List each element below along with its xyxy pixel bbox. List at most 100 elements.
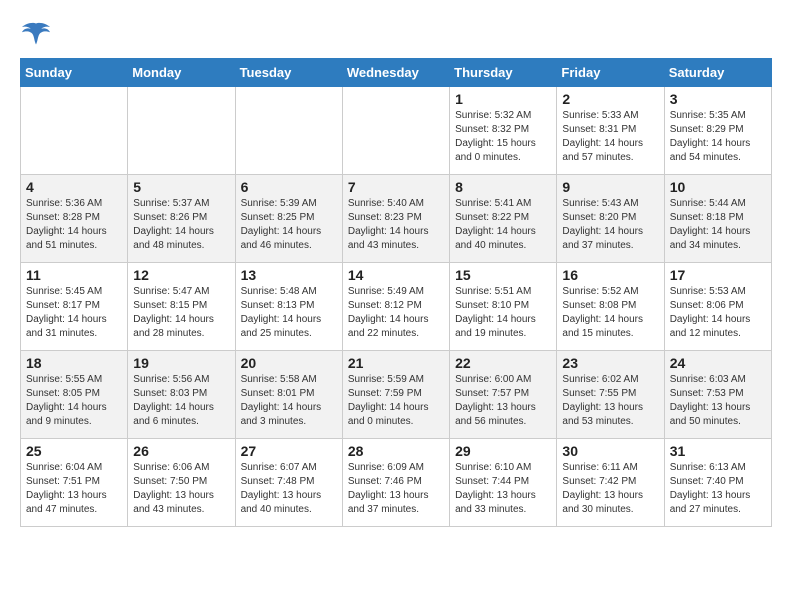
calendar-cell: 20 Sunrise: 5:58 AM Sunset: 8:01 PM Dayli… xyxy=(235,351,342,439)
calendar-cell: 2 Sunrise: 5:33 AM Sunset: 8:31 PM Daylig… xyxy=(557,87,664,175)
calendar-cell: 17 Sunrise: 5:53 AM Sunset: 8:06 PM Dayli… xyxy=(664,263,771,351)
cell-info: Sunrise: 5:59 AM Sunset: 7:59 PM Dayligh… xyxy=(348,373,444,429)
date-number: 7 xyxy=(348,179,444,195)
date-number: 12 xyxy=(133,267,229,283)
cell-info: Sunrise: 5:45 AM Sunset: 8:17 PM Dayligh… xyxy=(26,285,122,341)
date-number: 27 xyxy=(241,443,337,459)
date-number: 19 xyxy=(133,355,229,371)
calendar-cell: 29 Sunrise: 6:10 AM Sunset: 7:44 PM Dayli… xyxy=(450,439,557,527)
cell-info: Sunrise: 5:47 AM Sunset: 8:15 PM Dayligh… xyxy=(133,285,229,341)
date-number: 1 xyxy=(455,91,551,107)
cell-info: Sunrise: 5:39 AM Sunset: 8:25 PM Dayligh… xyxy=(241,197,337,253)
weekday-header-friday: Friday xyxy=(557,59,664,87)
calendar-cell: 13Sunrise: 5:48 AM Sunset: 8:13 PM Dayli… xyxy=(235,263,342,351)
calendar-cell: 31 Sunrise: 6:13 AM Sunset: 7:40 PM Dayli… xyxy=(664,439,771,527)
cell-info: Sunrise: 5:58 AM Sunset: 8:01 PM Dayligh… xyxy=(241,373,337,429)
calendar-cell: 9Sunrise: 5:43 AM Sunset: 8:20 PM Daylig… xyxy=(557,175,664,263)
date-number: 2 xyxy=(562,91,658,107)
cell-info: Sunrise: 5:37 AM Sunset: 8:26 PM Dayligh… xyxy=(133,197,229,253)
calendar-cell: 15 Sunrise: 5:51 AM Sunset: 8:10 PM Dayli… xyxy=(450,263,557,351)
calendar-cell: 16 Sunrise: 5:52 AM Sunset: 8:08 PM Dayli… xyxy=(557,263,664,351)
date-number: 18 xyxy=(26,355,122,371)
weekday-header-wednesday: Wednesday xyxy=(342,59,449,87)
calendar-cell: 18Sunrise: 5:55 AM Sunset: 8:05 PM Dayli… xyxy=(21,351,128,439)
calendar-cell: 12 Sunrise: 5:47 AM Sunset: 8:15 PM Dayli… xyxy=(128,263,235,351)
cell-info: Sunrise: 5:56 AM Sunset: 8:03 PM Dayligh… xyxy=(133,373,229,429)
cell-info: Sunrise: 5:36 AM Sunset: 8:28 PM Dayligh… xyxy=(26,197,122,253)
cell-info: Sunrise: 5:53 AM Sunset: 8:06 PM Dayligh… xyxy=(670,285,766,341)
calendar-week-2: 4 Sunrise: 5:36 AM Sunset: 8:28 PM Daylig… xyxy=(21,175,772,263)
weekday-header-tuesday: Tuesday xyxy=(235,59,342,87)
cell-info: Sunrise: 6:11 AM Sunset: 7:42 PM Dayligh… xyxy=(562,461,658,517)
calendar-week-3: 11 Sunrise: 5:45 AM Sunset: 8:17 PM Dayli… xyxy=(21,263,772,351)
calendar-cell: 11 Sunrise: 5:45 AM Sunset: 8:17 PM Dayli… xyxy=(21,263,128,351)
date-number: 23 xyxy=(562,355,658,371)
cell-info: Sunrise: 5:40 AM Sunset: 8:23 PM Dayligh… xyxy=(348,197,444,253)
calendar-week-5: 25Sunrise: 6:04 AM Sunset: 7:51 PM Dayli… xyxy=(21,439,772,527)
calendar-cell: 27 Sunrise: 6:07 AM Sunset: 7:48 PM Dayli… xyxy=(235,439,342,527)
calendar-table: SundayMondayTuesdayWednesdayThursdayFrid… xyxy=(20,58,772,527)
date-number: 22 xyxy=(455,355,551,371)
calendar-cell: 22 Sunrise: 6:00 AM Sunset: 7:57 PM Dayli… xyxy=(450,351,557,439)
calendar-cell: 19 Sunrise: 5:56 AM Sunset: 8:03 PM Dayli… xyxy=(128,351,235,439)
date-number: 21 xyxy=(348,355,444,371)
cell-info: Sunrise: 5:49 AM Sunset: 8:12 PM Dayligh… xyxy=(348,285,444,341)
cell-info: Sunrise: 5:33 AM Sunset: 8:31 PM Dayligh… xyxy=(562,109,658,165)
date-number: 20 xyxy=(241,355,337,371)
calendar-week-4: 18Sunrise: 5:55 AM Sunset: 8:05 PM Dayli… xyxy=(21,351,772,439)
cell-info: Sunrise: 5:32 AM Sunset: 8:32 PM Dayligh… xyxy=(455,109,551,165)
date-number: 11 xyxy=(26,267,122,283)
cell-info: Sunrise: 6:09 AM Sunset: 7:46 PM Dayligh… xyxy=(348,461,444,517)
calendar-cell: 28 Sunrise: 6:09 AM Sunset: 7:46 PM Dayli… xyxy=(342,439,449,527)
calendar-cell: 24Sunrise: 6:03 AM Sunset: 7:53 PM Dayli… xyxy=(664,351,771,439)
weekday-header-monday: Monday xyxy=(128,59,235,87)
cell-info: Sunrise: 5:51 AM Sunset: 8:10 PM Dayligh… xyxy=(455,285,551,341)
calendar-cell xyxy=(21,87,128,175)
calendar-cell: 21 Sunrise: 5:59 AM Sunset: 7:59 PM Dayli… xyxy=(342,351,449,439)
cell-info: Sunrise: 5:52 AM Sunset: 8:08 PM Dayligh… xyxy=(562,285,658,341)
cell-info: Sunrise: 5:43 AM Sunset: 8:20 PM Dayligh… xyxy=(562,197,658,253)
date-number: 3 xyxy=(670,91,766,107)
logo-bird-icon xyxy=(20,20,52,48)
calendar-cell: 4 Sunrise: 5:36 AM Sunset: 8:28 PM Daylig… xyxy=(21,175,128,263)
cell-info: Sunrise: 6:00 AM Sunset: 7:57 PM Dayligh… xyxy=(455,373,551,429)
calendar-cell: 26Sunrise: 6:06 AM Sunset: 7:50 PM Dayli… xyxy=(128,439,235,527)
calendar-cell: 5 Sunrise: 5:37 AM Sunset: 8:26 PM Daylig… xyxy=(128,175,235,263)
logo xyxy=(20,20,56,48)
date-number: 5 xyxy=(133,179,229,195)
calendar-cell: 10 Sunrise: 5:44 AM Sunset: 8:18 PM Dayli… xyxy=(664,175,771,263)
date-number: 10 xyxy=(670,179,766,195)
calendar-cell: 8Sunrise: 5:41 AM Sunset: 8:22 PM Daylig… xyxy=(450,175,557,263)
cell-info: Sunrise: 5:48 AM Sunset: 8:13 PM Dayligh… xyxy=(241,285,337,341)
date-number: 6 xyxy=(241,179,337,195)
cell-info: Sunrise: 6:13 AM Sunset: 7:40 PM Dayligh… xyxy=(670,461,766,517)
date-number: 17 xyxy=(670,267,766,283)
calendar-cell: 7 Sunrise: 5:40 AM Sunset: 8:23 PM Daylig… xyxy=(342,175,449,263)
date-number: 25 xyxy=(26,443,122,459)
calendar-cell xyxy=(235,87,342,175)
date-number: 29 xyxy=(455,443,551,459)
calendar-cell: 25Sunrise: 6:04 AM Sunset: 7:51 PM Dayli… xyxy=(21,439,128,527)
page-header xyxy=(20,20,772,48)
cell-info: Sunrise: 5:44 AM Sunset: 8:18 PM Dayligh… xyxy=(670,197,766,253)
weekday-header-thursday: Thursday xyxy=(450,59,557,87)
weekday-header-sunday: Sunday xyxy=(21,59,128,87)
date-number: 28 xyxy=(348,443,444,459)
date-number: 16 xyxy=(562,267,658,283)
calendar-cell: 6 Sunrise: 5:39 AM Sunset: 8:25 PM Daylig… xyxy=(235,175,342,263)
cell-info: Sunrise: 6:06 AM Sunset: 7:50 PM Dayligh… xyxy=(133,461,229,517)
cell-info: Sunrise: 5:41 AM Sunset: 8:22 PM Dayligh… xyxy=(455,197,551,253)
cell-info: Sunrise: 6:10 AM Sunset: 7:44 PM Dayligh… xyxy=(455,461,551,517)
date-number: 4 xyxy=(26,179,122,195)
date-number: 31 xyxy=(670,443,766,459)
date-number: 15 xyxy=(455,267,551,283)
calendar-week-1: 1 Sunrise: 5:32 AM Sunset: 8:32 PM Daylig… xyxy=(21,87,772,175)
calendar-cell: 23Sunrise: 6:02 AM Sunset: 7:55 PM Dayli… xyxy=(557,351,664,439)
cell-info: Sunrise: 6:03 AM Sunset: 7:53 PM Dayligh… xyxy=(670,373,766,429)
calendar-cell: 3 Sunrise: 5:35 AM Sunset: 8:29 PM Daylig… xyxy=(664,87,771,175)
cell-info: Sunrise: 5:35 AM Sunset: 8:29 PM Dayligh… xyxy=(670,109,766,165)
cell-info: Sunrise: 6:07 AM Sunset: 7:48 PM Dayligh… xyxy=(241,461,337,517)
calendar-cell xyxy=(342,87,449,175)
calendar-cell: 14Sunrise: 5:49 AM Sunset: 8:12 PM Dayli… xyxy=(342,263,449,351)
weekday-header-saturday: Saturday xyxy=(664,59,771,87)
